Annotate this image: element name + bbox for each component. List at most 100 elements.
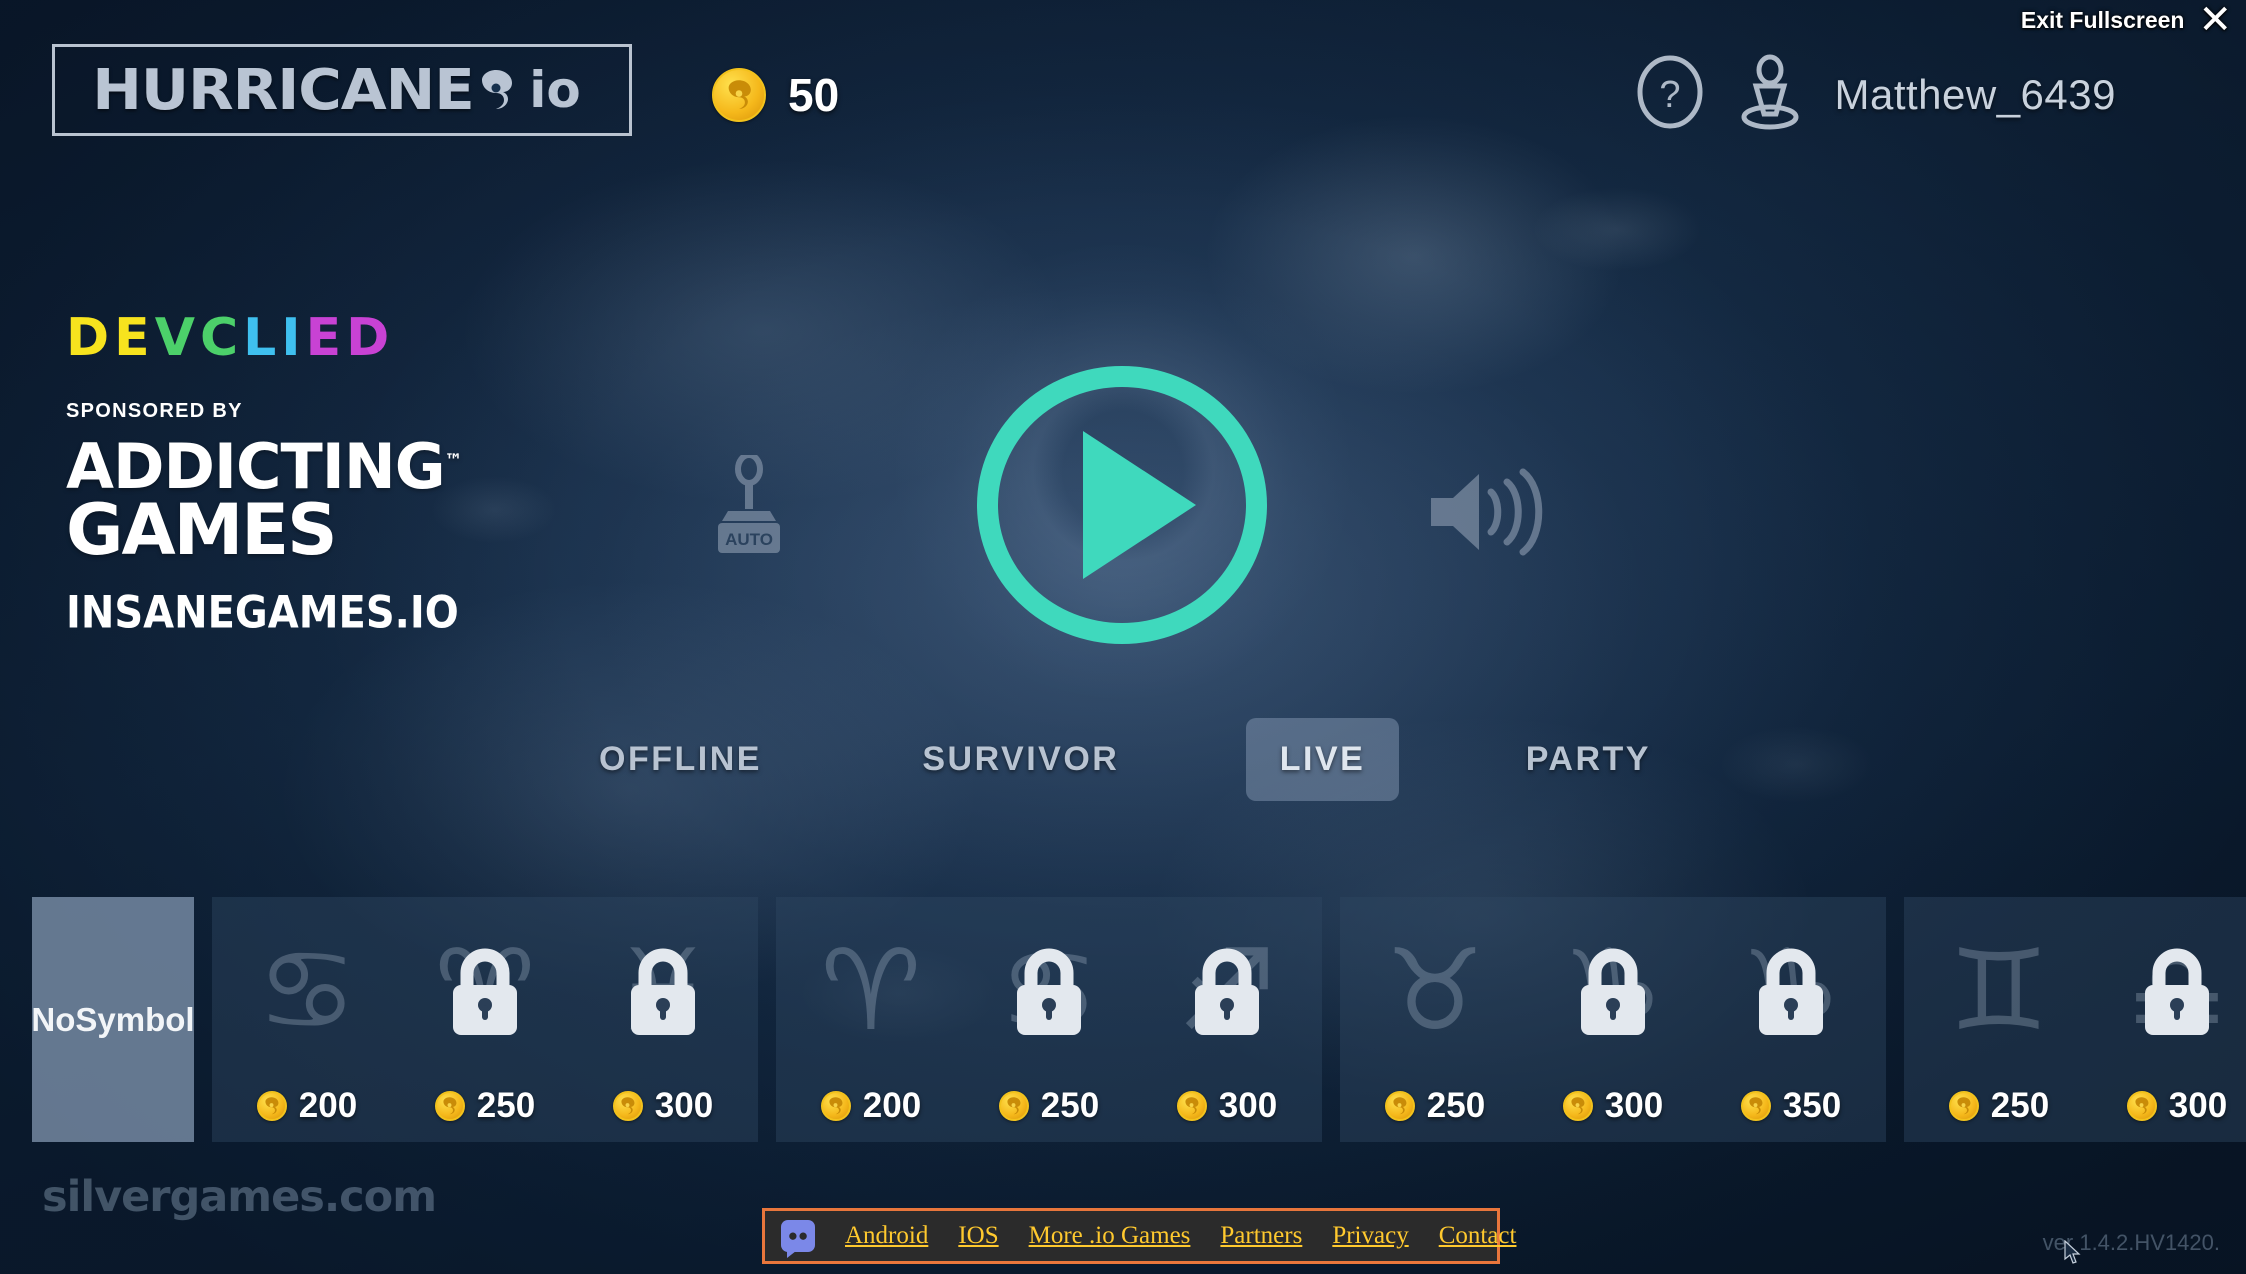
symbol-slot[interactable]: ♑350 [1702,897,1880,1142]
zodiac-taurus-icon: ♉ [1373,933,1497,1057]
mouse-cursor [2063,1239,2083,1271]
symbol-shop-row[interactable]: NoSymbol ♋ 200 ♈250♓300 ♈ 200 ♋250♐300 ♉ 250 ♑30… [32,897,2246,1142]
auto-joystick-button[interactable]: AUTO [700,452,798,570]
exit-fullscreen-button[interactable]: Exit Fullscreen ✕ [2020,0,2232,40]
play-triangle [1082,431,1196,579]
symbol-slot[interactable]: ♉ 250 [1346,897,1524,1142]
coin-icon [998,1091,1029,1121]
devclied-letter-2: V [154,308,200,368]
devclied-letter-0: D [66,308,115,368]
symbol-slot[interactable]: ♈250 [396,897,574,1142]
play-button-icon[interactable] [977,366,1267,644]
game-logo[interactable]: HURRICANE io [52,44,632,136]
coin-balance[interactable]: 50 [712,68,839,122]
svg-text:♋: ♋ [257,933,357,1056]
addicting-games-logo[interactable]: ADDICTING™ GAMES [66,436,486,565]
footer-link-contact[interactable]: Contact [1439,1222,1517,1250]
mode-tab-live[interactable]: LIVE [1245,718,1400,801]
symbol-card-group[interactable]: ♈ 200 ♋250♐300 [776,897,1322,1142]
symbol-price: 250 [998,1086,1100,1126]
sponsor-panel: DEVCLIED SPONSORED BY ADDICTING™ GAMES I… [66,312,486,639]
symbol-slot[interactable]: ♓300 [574,897,752,1142]
coin-icon [1740,1091,1771,1121]
footer-link-ios[interactable]: IOS [958,1222,998,1250]
symbol-slot[interactable]: ♑300 [1524,897,1702,1142]
price-value: 250 [1040,1086,1100,1125]
lock-icon [621,943,705,1041]
logo-io-suffix: io [529,61,581,119]
discord-icon[interactable]: ●● [781,1220,815,1258]
symbol-price: 250 [434,1086,536,1126]
symbol-price: 300 [1562,1086,1664,1126]
symbol-price: 300 [2126,1086,2227,1126]
symbol-price: 250 [1384,1086,1485,1126]
coin-icon [712,68,766,122]
devclied-brand: DEVCLIED [66,312,486,364]
mode-tab-party[interactable]: PARTY [1492,718,1685,801]
no-symbol-card[interactable]: No Symbol [32,897,195,1142]
svg-text:?: ? [1660,74,1681,116]
symbol-price: 250 [1948,1086,2050,1126]
mode-tab-survivor[interactable]: SURVIVOR [888,718,1153,801]
no-symbol-label-line1: Symbol [75,1000,195,1038]
price-value: 250 [476,1086,536,1125]
svg-text:♉: ♉ [1385,933,1485,1056]
auto-label: AUTO [725,530,773,549]
zodiac-cancer-icon: ♋ [245,933,369,1057]
footer-link-bar[interactable]: ●● Android IOS More .io Games Partners Priva… [762,1208,1516,1264]
symbol-card-group[interactable]: ♉ 250 ♑300♑350 [1340,897,1886,1142]
lock-icon [1185,943,1269,1041]
devclied-letter-1: E [114,308,155,368]
symbol-slot[interactable]: ♋ 200 [218,897,396,1142]
symbol-price: 300 [1176,1086,1278,1126]
insanegames-link[interactable]: INSANEGAMES.IO [66,587,486,639]
coin-icon [2126,1091,2157,1121]
coin-icon [256,1091,287,1121]
coin-icon [1562,1091,1593,1121]
price-value: 200 [862,1086,922,1125]
symbol-price: 300 [612,1086,714,1126]
svg-text:♊: ♊ [1949,933,2049,1056]
symbol-slot[interactable]: ♐300 [1138,897,1316,1142]
price-value: 300 [654,1086,714,1125]
logo-wordmark: HURRICANE [92,57,475,123]
speaker-volume-icon[interactable] [1425,466,1545,563]
coin-icon [1948,1091,1979,1121]
coin-icon [612,1091,643,1121]
symbol-card-group[interactable]: ♊250♎300♏ [1904,897,2246,1142]
game-mode-tabs[interactable]: OFFLINE SURVIVOR LIVE PARTY [565,718,1685,801]
lock-icon [443,943,527,1041]
username-label: Matthew_6439 [1834,70,2116,118]
close-x-icon[interactable]: ✕ [2198,0,2232,40]
lock-icon [1007,943,1091,1041]
symbol-price: 350 [1740,1086,1842,1126]
hurricane-icon [477,67,515,113]
help-question-icon[interactable]: ? [1634,53,1706,136]
exit-fullscreen-label: Exit Fullscreen [2020,6,2185,33]
coin-icon [434,1091,465,1121]
price-value: 350 [1782,1086,1842,1125]
symbol-card-group[interactable]: ♋ 200 ♈250♓300 [212,897,758,1142]
trademark-mark: ™ [444,450,463,472]
mode-tab-offline[interactable]: OFFLINE [565,718,796,801]
footer-link-more-io-games[interactable]: More .io Games [1029,1222,1191,1250]
symbol-slot[interactable]: ♈ 200 [782,897,960,1142]
price-value: 250 [1990,1086,2050,1125]
symbol-slot[interactable]: ♎300 [2088,897,2246,1142]
coin-amount: 50 [788,69,840,121]
symbol-slot[interactable]: ♊ 250 [1910,897,2088,1142]
symbol-slot[interactable]: ♋250 [960,897,1138,1142]
symbol-price: 200 [256,1086,358,1126]
no-symbol-label-line0: No [32,1000,76,1038]
footer-link-partners[interactable]: Partners [1220,1222,1302,1250]
svg-text:♈: ♈ [821,933,921,1056]
price-value: 300 [1218,1086,1278,1125]
player-avatar-icon[interactable] [1730,52,1810,137]
account-area[interactable]: ? Matthew_6439 [1634,52,2116,137]
price-value: 200 [298,1086,358,1125]
coin-icon [1384,1091,1415,1121]
price-value: 300 [1604,1086,1664,1125]
silvergames-watermark: silvergames.com [42,1172,437,1222]
footer-link-android[interactable]: Android [845,1222,928,1250]
footer-link-privacy[interactable]: Privacy [1332,1222,1408,1250]
